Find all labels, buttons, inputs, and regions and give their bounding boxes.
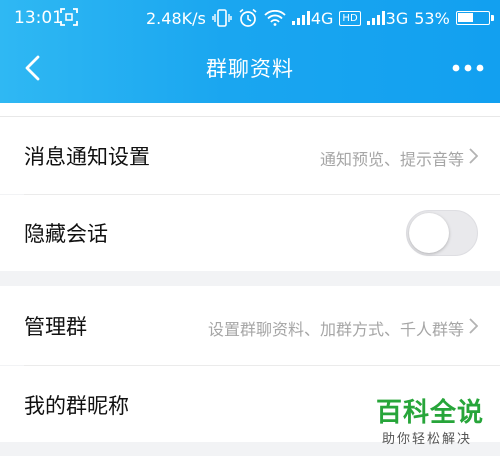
network-speed: 2.48K/s xyxy=(146,8,206,28)
vibrate-icon xyxy=(212,9,232,27)
more-dots-icon xyxy=(452,64,484,72)
signal-icon xyxy=(291,11,310,25)
row-subtitle: 设置群聊资料、加群方式、千人群等 xyxy=(207,320,464,339)
battery-icon xyxy=(455,11,494,25)
notification-settings-row[interactable]: 消息通知设置 通知预览、提示音等 xyxy=(0,117,500,194)
row-title: 我的群昵称 xyxy=(24,394,129,418)
row-subtitle: 通知预览、提示音等 xyxy=(319,150,464,169)
hide-chat-row: 隐藏会话 xyxy=(0,195,500,271)
status-bar: 13:01 2.48K/s 4G HD 3G 53% xyxy=(0,0,500,34)
battery-percent: 53% xyxy=(414,8,450,28)
more-button[interactable] xyxy=(448,54,488,82)
nav-bar: 群聊资料 xyxy=(0,34,500,103)
network-type-3g: 3G xyxy=(385,8,409,28)
watermark-logo: 百科全说 助你轻松解决 xyxy=(368,392,496,452)
status-indicators: 2.48K/s 4G HD 3G 53% xyxy=(146,8,494,28)
row-title: 管理群 xyxy=(24,315,87,339)
page-title: 群聊资料 xyxy=(206,57,294,81)
network-type-4g: 4G xyxy=(310,8,334,28)
signal-icon xyxy=(366,11,385,25)
status-time: 13:01 xyxy=(14,8,63,28)
header: 13:01 2.48K/s 4G HD 3G 53% 群聊资料 xyxy=(0,0,500,103)
screenshot-icon xyxy=(60,8,78,26)
row-title: 隐藏会话 xyxy=(24,222,108,246)
toggle-knob xyxy=(409,213,449,253)
alarm-icon xyxy=(239,8,257,27)
wifi-icon xyxy=(264,10,286,26)
manage-group-row[interactable]: 管理群 设置群聊资料、加群方式、千人群等 xyxy=(0,286,500,365)
battery-level-fill xyxy=(457,13,473,22)
chevron-right-icon xyxy=(469,148,478,164)
section-top-strip xyxy=(0,103,500,117)
section-gap xyxy=(0,271,500,286)
watermark-sub-text: 助你轻松解决 xyxy=(382,432,473,447)
row-title: 消息通知设置 xyxy=(24,145,150,169)
watermark-main-text: 百科全说 xyxy=(376,398,485,428)
hd-badge: HD xyxy=(339,10,361,26)
hide-chat-toggle[interactable] xyxy=(406,210,478,256)
battery-nub xyxy=(490,15,494,21)
chevron-right-icon xyxy=(469,318,478,334)
